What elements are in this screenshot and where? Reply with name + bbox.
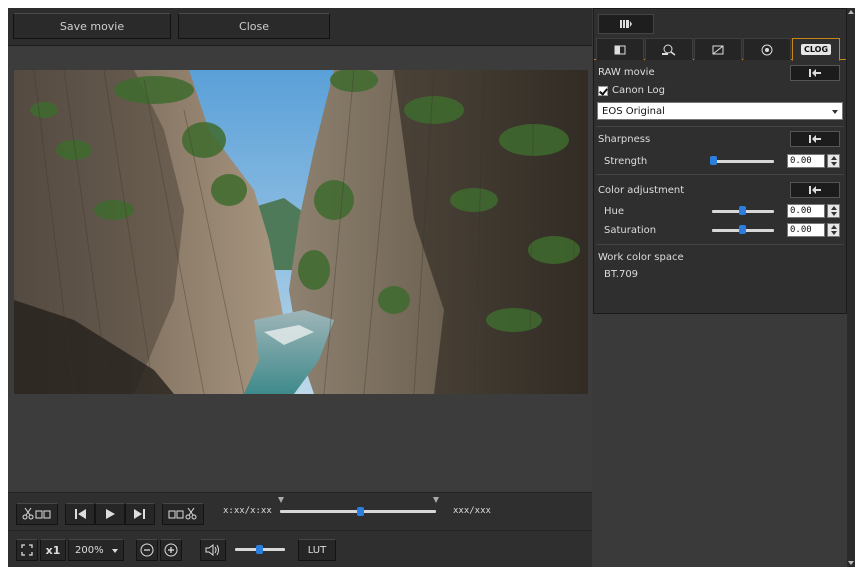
chevron-down-icon [832,110,838,114]
strength-label: Strength [604,156,648,167]
raw-movie-label: RAW movie [598,67,655,78]
strength-value-field[interactable]: 0.00 [787,154,825,168]
lut-button[interactable]: LUT [298,539,336,561]
view-bar: x1 200% LUT [8,530,592,567]
hue-value-field[interactable]: 0.00 [787,204,825,218]
speaker-icon [205,544,219,556]
work-color-space-value: BT.709 [604,269,639,280]
in-marker[interactable] [278,497,284,503]
prev-frame-icon [75,509,86,519]
zoom-select[interactable]: 200% [68,539,124,561]
transport-bar: x:xx/x:xx xxx/xxx [8,492,592,530]
close-button[interactable]: Close [178,13,330,39]
zoom-out-icon [140,543,154,557]
palette-empty-area [593,314,847,567]
divider [596,126,844,127]
work-color-space-label: Work color space [598,252,684,263]
strength-spinner[interactable] [827,154,840,168]
reset-icon [809,69,821,77]
film-strip-icon [620,20,632,28]
sharpness-reset-button[interactable] [790,131,840,147]
next-frame-icon [134,509,145,519]
saturation-spinner[interactable] [827,223,840,237]
strength-knob[interactable] [710,156,717,165]
cut-in-button[interactable] [16,503,58,525]
color-wheel-icon [761,44,773,55]
save-movie-button[interactable]: Save movie [13,13,171,39]
fit-screen-icon [21,544,33,556]
palette-tabs: CLOG [594,38,846,61]
clog-tab-label: CLOG [800,44,832,55]
view-icon [614,45,626,54]
volume-button[interactable] [200,539,226,561]
hue-spinner[interactable] [827,204,840,218]
zoom-out-button[interactable] [136,539,158,561]
scroll-up-icon[interactable] [848,10,854,14]
tab-zoom[interactable] [645,38,693,60]
color-adjustment-label: Color adjustment [598,185,685,196]
palette-toggle-button[interactable] [598,14,654,34]
scroll-down-icon[interactable] [848,561,854,565]
sharpness-label: Sharpness [598,134,651,145]
cut-in-icon [22,507,51,520]
play-button[interactable] [95,503,125,525]
hue-label: Hue [604,206,625,217]
next-frame-button[interactable] [125,503,155,525]
volume-knob[interactable] [256,545,263,554]
app-window: Save movie Close x:xx/x:xx xxx/xxx x1 20… [8,8,855,567]
out-marker[interactable] [433,497,439,503]
reset-icon [809,186,821,194]
canon-log-checkbox[interactable] [598,86,608,96]
log-preset-value: EOS Original [602,106,665,117]
divider [596,244,844,245]
fit-screen-button[interactable] [16,539,38,561]
cut-out-icon [168,507,197,520]
chevron-down-icon [112,549,118,553]
strength-slider[interactable] [712,160,774,163]
zoom-in-button[interactable] [160,539,182,561]
zoom-icon [662,44,676,56]
saturation-knob[interactable] [739,225,746,234]
canon-log-label: Canon Log [612,85,665,96]
zoom-value: 200% [75,544,104,556]
tab-clog[interactable]: CLOG [792,38,840,61]
zoom-1x-button[interactable]: x1 [40,539,66,561]
top-toolbar: Save movie Close [8,8,592,46]
zoom-in-icon [164,543,178,557]
raw-movie-reset-button[interactable] [790,65,840,81]
video-frame [14,70,588,394]
saturation-label: Saturation [604,225,657,236]
tab-color[interactable] [743,38,791,60]
divider [596,174,844,175]
timeline-knob[interactable] [357,507,364,516]
tab-curve[interactable] [694,38,742,60]
timecode: x:xx/x:xx [223,506,272,516]
frame-counter: xxx/xxx [453,506,491,516]
scrollbar[interactable] [847,8,855,567]
reset-icon [809,135,821,143]
curve-icon [712,45,724,54]
saturation-value-field[interactable]: 0.00 [787,223,825,237]
tool-palette: CLOG RAW movie Canon Log EOS Original Sh… [593,8,847,314]
log-preset-select[interactable]: EOS Original [597,102,843,120]
cut-out-button[interactable] [162,503,204,525]
tab-view[interactable] [596,38,644,60]
play-icon [106,509,115,519]
hue-knob[interactable] [739,206,746,215]
prev-frame-button[interactable] [65,503,95,525]
color-adjustment-reset-button[interactable] [790,182,840,198]
